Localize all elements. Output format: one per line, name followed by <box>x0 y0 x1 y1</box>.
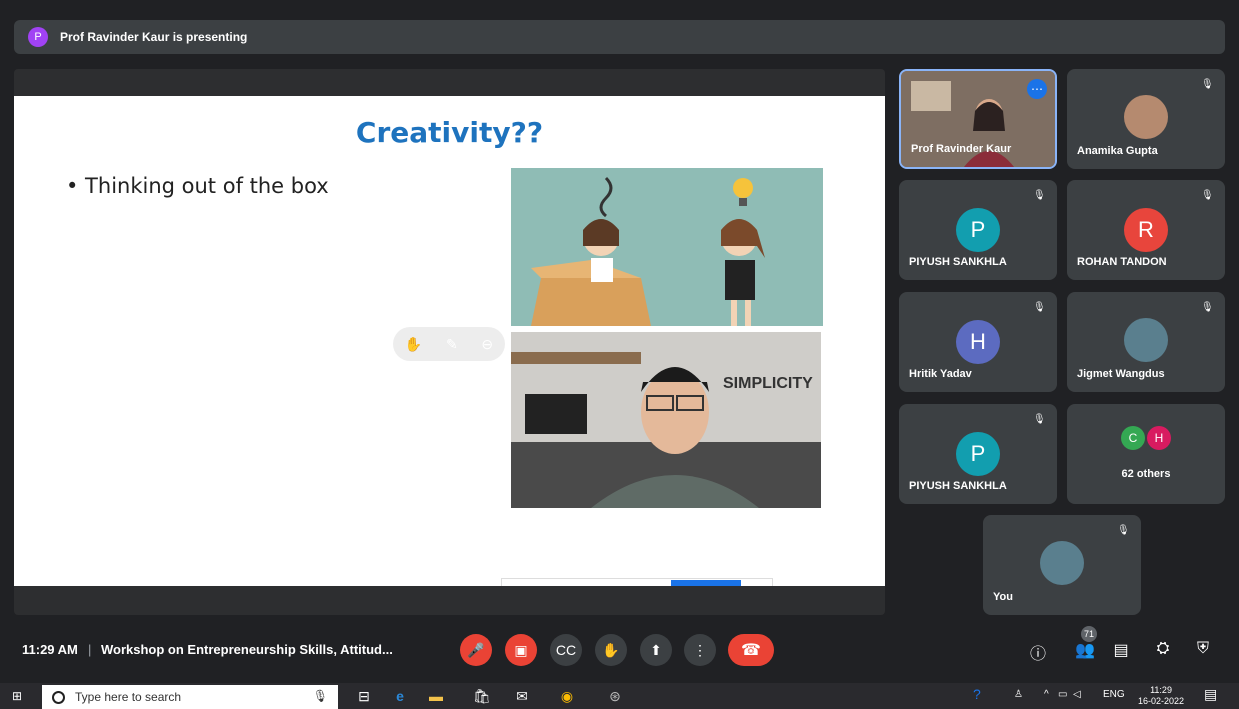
info-icon[interactable]: ⓘ <box>1027 640 1049 664</box>
avatar <box>1124 95 1168 139</box>
participant-name: 62 others <box>1121 468 1171 480</box>
avatar: P <box>956 432 1000 476</box>
slide-title: Creativity?? <box>355 116 544 149</box>
pin-icon[interactable]: ✋ <box>405 336 422 353</box>
people-tray-icon[interactable]: ♙ <box>1014 689 1023 700</box>
windows-taskbar: ⊞ Type here to search 🎙 ⊟ e ▬ 🛍 ✉ ◉ ⊛ ? … <box>0 683 1239 709</box>
participant-tile[interactable]: 🎙 H Hritik Yadav <box>899 292 1057 392</box>
meeting-controls-bar: 11:29 AM | Workshop on Entrepreneurship … <box>0 628 1239 672</box>
search-placeholder: Type here to search <box>75 690 182 704</box>
meeting-time: 11:29 AM <box>22 642 78 657</box>
mic-icon[interactable]: 🎙 <box>313 689 328 703</box>
participant-name: PIYUSH SANKHLA <box>909 256 1007 268</box>
present-button[interactable]: ⬆ <box>640 634 672 666</box>
mic-off-icon: 🎙 <box>1033 190 1046 201</box>
mic-off-icon: 🎙 <box>1117 525 1130 536</box>
activities-icon[interactable]: ⛭ <box>1152 640 1174 658</box>
notification-icon[interactable]: ▤ <box>1204 686 1217 703</box>
participant-count-badge: 71 <box>1081 626 1097 642</box>
participant-name: PIYUSH SANKHLA <box>909 480 1007 492</box>
help-icon[interactable]: ? <box>973 686 981 702</box>
participant-tile[interactable]: 🎙 Anamika Gupta <box>1067 69 1225 169</box>
host-controls-icon[interactable]: ⛨ <box>1192 640 1214 658</box>
participant-name: Hritik Yadav <box>909 368 972 380</box>
slide-scrollbar-thumb[interactable] <box>671 580 741 586</box>
chevron-up-icon[interactable]: ^ <box>1044 689 1049 700</box>
clock-time: 11:29 <box>1150 685 1172 695</box>
cortana-icon <box>52 690 65 704</box>
more-options-icon[interactable]: ⋯ <box>1027 79 1047 99</box>
file-explorer-icon[interactable]: ▬ <box>427 687 445 705</box>
participant-tile[interactable]: 🎙 P PIYUSH SANKHLA <box>899 180 1057 280</box>
volume-icon[interactable]: ◁ <box>1073 689 1081 700</box>
participant-name: You <box>993 591 1013 603</box>
separator: | <box>88 642 92 657</box>
store-icon[interactable]: 🛍 <box>473 687 491 705</box>
slide-bullet: • Thinking out of the box <box>66 174 329 198</box>
slide-illustration <box>511 168 823 326</box>
avatar: P <box>956 208 1000 252</box>
mic-off-icon: 🎙 <box>1201 190 1214 201</box>
mic-off-icon: 🎙 <box>1033 414 1046 425</box>
avatar: C <box>1121 426 1145 450</box>
chrome-icon[interactable]: ◉ <box>558 687 576 705</box>
participant-name: ROHAN TANDON <box>1077 256 1167 268</box>
speaker-video-frame: SIMPLICITY <box>511 332 821 508</box>
presenter-avatar: P <box>28 27 48 47</box>
people-icon[interactable]: 👥 <box>1074 640 1096 660</box>
speaker-video: SIMPLICITY <box>511 332 821 508</box>
mute-icon[interactable]: ✎ <box>446 336 458 353</box>
participant-tile-self[interactable]: 🎙 You <box>983 515 1141 615</box>
taskbar-search[interactable]: Type here to search 🎙 <box>42 685 338 709</box>
participant-name: Jigmet Wangdus <box>1077 368 1165 380</box>
avatar: H <box>956 320 1000 364</box>
mail-icon[interactable]: ✉ <box>513 687 531 705</box>
avatar <box>1124 318 1168 362</box>
task-view-icon[interactable]: ⊟ <box>355 687 373 705</box>
participant-tile-presenter[interactable]: ⋯ Prof Ravinder Kaur <box>899 69 1057 169</box>
participant-tile-others[interactable]: C H 62 others <box>1067 404 1225 504</box>
app-icon[interactable]: ⊛ <box>606 687 624 705</box>
mic-off-icon: 🎙 <box>1201 79 1214 90</box>
participant-name: Anamika Gupta <box>1077 145 1158 157</box>
camera-off-button[interactable]: ▣ <box>505 634 537 666</box>
raise-hand-button[interactable]: ✋ <box>595 634 627 666</box>
avatar: H <box>1147 426 1171 450</box>
more-options-button[interactable]: ⋮ <box>684 634 716 666</box>
avatar <box>1040 541 1084 585</box>
chat-icon[interactable]: ▤ <box>1110 640 1132 660</box>
windows-start-icon[interactable]: ⊞ <box>12 689 26 703</box>
slide-floating-controls[interactable]: ✋ ✎ ⊖ <box>393 327 505 361</box>
mic-off-icon: 🎙 <box>1201 302 1214 313</box>
simplicity-sign: SIMPLICITY <box>723 375 813 392</box>
clock-date: 16-02-2022 <box>1138 696 1185 706</box>
participant-tile[interactable]: 🎙 P PIYUSH SANKHLA <box>899 404 1057 504</box>
participant-tile[interactable]: 🎙 R ROHAN TANDON <box>1067 180 1225 280</box>
network-icon[interactable]: ▭ <box>1058 689 1067 700</box>
avatar: R <box>1124 208 1168 252</box>
presenting-text: Prof Ravinder Kaur is presenting <box>60 30 248 44</box>
system-clock[interactable]: 11:29 16-02-2022 <box>1138 685 1184 707</box>
end-call-button[interactable]: ☎ <box>728 634 774 666</box>
captions-button[interactable]: CC <box>550 634 582 666</box>
language-indicator[interactable]: ENG <box>1103 689 1125 700</box>
creativity-illustration <box>511 168 823 326</box>
participant-tile[interactable]: 🎙 Jigmet Wangdus <box>1067 292 1225 392</box>
edge-icon[interactable]: e <box>391 687 409 705</box>
minus-circle-icon[interactable]: ⊖ <box>481 336 493 353</box>
presenting-banner: P Prof Ravinder Kaur is presenting <box>14 20 1225 54</box>
meeting-title: Workshop on Entrepreneurship Skills, Att… <box>101 642 393 657</box>
mic-off-button[interactable]: 🎤 <box>460 634 492 666</box>
mic-off-icon: 🎙 <box>1033 302 1046 313</box>
participant-name: Prof Ravinder Kaur <box>911 143 1012 155</box>
